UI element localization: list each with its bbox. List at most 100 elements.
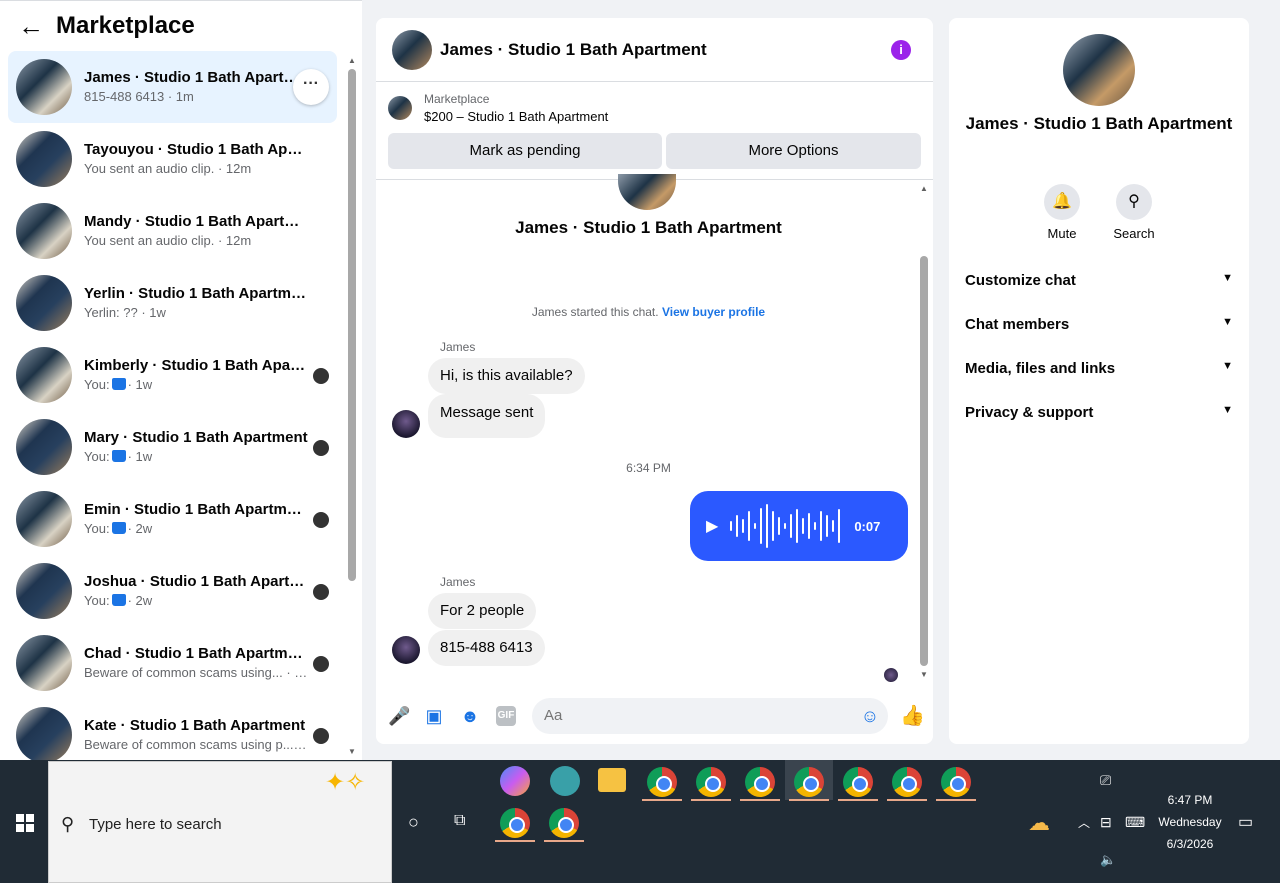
conversation-item[interactable]: James · Studio 1 Bath Apartment 815-488 6…: [8, 51, 337, 123]
sticker-icon[interactable]: ☻: [460, 706, 480, 726]
app-icon[interactable]: [550, 766, 580, 796]
play-icon[interactable]: ▶: [706, 516, 718, 536]
privacy-support-section[interactable]: Privacy & support ▼: [965, 404, 1233, 421]
conversation-name: Tayouyou · Studio 1 Bath Apartment: [84, 141, 309, 158]
waveform-bar: [760, 508, 763, 544]
listing-thumbnail: [16, 563, 72, 619]
message-input[interactable]: [532, 698, 888, 734]
search-button[interactable]: ⚲ Search: [1104, 184, 1164, 241]
message-bubble[interactable]: Message sent: [428, 394, 546, 438]
chrome-icon[interactable]: [549, 808, 579, 838]
customize-chat-section[interactable]: Customize chat ▼: [965, 272, 1233, 289]
conversation-name: Kimberly · Studio 1 Bath Apartment: [84, 357, 309, 374]
task-view-icon[interactable]: ⧉: [454, 812, 465, 830]
back-arrow-icon[interactable]: ←: [18, 11, 48, 42]
chrome-icon[interactable]: [794, 767, 824, 797]
message-bubble[interactable]: 815-488 6413: [428, 630, 545, 666]
like-icon[interactable]: 👍: [900, 706, 925, 726]
volume-icon[interactable]: 🔈: [1100, 852, 1116, 868]
chat-members-section[interactable]: Chat members ▼: [965, 316, 1233, 333]
file-explorer-icon[interactable]: [598, 768, 626, 792]
notifications-icon[interactable]: ▭: [1238, 812, 1253, 832]
scroll-up-icon[interactable]: ▲: [348, 56, 356, 65]
marketplace-header: ← Marketplace: [0, 1, 362, 51]
waveform-bar: [832, 520, 835, 532]
chevron-up-icon[interactable]: ︿: [1078, 814, 1090, 831]
chrome-icon[interactable]: [745, 767, 775, 797]
search-icon: ⚲: [1116, 184, 1152, 220]
gif-icon[interactable]: GIF: [496, 706, 516, 726]
network-icon[interactable]: ⊟: [1100, 814, 1112, 831]
preview-time: · 1w: [127, 377, 153, 392]
conversation-item[interactable]: Joshua · Studio 1 Bath Apartment You: · 2w: [8, 555, 337, 627]
conversation-item[interactable]: Yerlin · Studio 1 Bath Apartment Yerlin: …: [8, 267, 337, 339]
copilot-app-icon[interactable]: [500, 766, 530, 796]
listing-title: $200 – Studio 1 Bath Apartment: [424, 109, 609, 124]
meet-now-icon[interactable]: ⎚: [1100, 772, 1111, 789]
sender-avatar[interactable]: [392, 636, 420, 664]
more-options-button[interactable]: More Options: [666, 133, 921, 169]
listing-thumbnail: [16, 59, 72, 115]
mute-button[interactable]: 🔔 Mute: [1032, 184, 1092, 241]
listing-thumbnail: [16, 419, 72, 475]
clock-date[interactable]: 6/3/2026: [1150, 837, 1230, 851]
chrome-icon[interactable]: [843, 767, 873, 797]
cortana-icon[interactable]: ○: [408, 812, 419, 833]
sender-avatar[interactable]: [392, 410, 420, 438]
conversation-item[interactable]: Emin · Studio 1 Bath Apartment You: · 2w: [8, 483, 337, 555]
listing-summary[interactable]: Marketplace $200 – Studio 1 Bath Apartme…: [388, 90, 608, 126]
keyboard-icon[interactable]: ⌨: [1125, 814, 1145, 831]
windows-start-icon[interactable]: [16, 814, 34, 832]
info-icon[interactable]: i: [891, 40, 911, 60]
section-label: Customize chat: [965, 272, 1076, 289]
weather-icon[interactable]: ☁: [1028, 810, 1050, 836]
message-bubble[interactable]: Hi, is this available?: [428, 358, 585, 394]
emoji-icon[interactable]: ☺: [860, 706, 880, 726]
waveform-bar: [742, 519, 745, 533]
chat-scroll-down-icon[interactable]: ▼: [920, 670, 928, 679]
preview-prefix: Beware of common scams using...: [84, 665, 283, 680]
conversation-item[interactable]: Chad · Studio 1 Bath Apartment Beware of …: [8, 627, 337, 699]
conversation-name: Joshua · Studio 1 Bath Apartment: [84, 573, 309, 590]
chat-avatar[interactable]: [392, 29, 432, 70]
waveform-bar: [748, 511, 751, 541]
clock-time[interactable]: 6:47 PM: [1150, 793, 1230, 807]
taskbar-search-box[interactable]: ⚲ Type here to search ✦✧: [48, 761, 392, 883]
waveform-bar: [838, 509, 841, 543]
clock-day[interactable]: Wednesday: [1150, 815, 1230, 829]
running-indicator: [544, 840, 584, 842]
audio-message[interactable]: ▶ 0:07: [690, 491, 908, 561]
section-label: Media, files and links: [965, 360, 1116, 377]
chat-scroll-up-icon[interactable]: ▲: [920, 184, 928, 193]
thread-avatar: [618, 174, 676, 210]
microphone-icon[interactable]: 🎤: [388, 706, 410, 726]
conversation-item[interactable]: Kimberly · Studio 1 Bath Apartment You: · …: [8, 339, 337, 411]
chat-title[interactable]: James · Studio 1 Bath Apartment: [440, 40, 707, 60]
preview-prefix: You:: [84, 593, 110, 608]
contact-name: James · Studio 1 Bath Apartment: [965, 114, 1233, 133]
left-scrollbar[interactable]: [348, 69, 356, 581]
copilot-sparkle-icon[interactable]: ✦✧: [325, 768, 365, 797]
running-indicator: [642, 799, 682, 801]
conversation-name: Mary · Studio 1 Bath Apartment: [84, 429, 308, 446]
chrome-icon[interactable]: [647, 767, 677, 797]
conversation-item[interactable]: Tayouyou · Studio 1 Bath Apartment You se…: [8, 123, 337, 195]
chrome-icon[interactable]: [892, 767, 922, 797]
chrome-icon[interactable]: [941, 767, 971, 797]
waveform-bar: [736, 515, 739, 537]
chrome-icon[interactable]: [696, 767, 726, 797]
windows-taskbar: ⚲ Type here to search ✦✧ ○ ⧉ ⎚ ☁ ︿ ⊟ ⌨ 🔈…: [0, 760, 1280, 883]
chrome-icon[interactable]: [500, 808, 530, 838]
chat-scrollbar[interactable]: [920, 256, 928, 666]
conversation-item[interactable]: Mary · Studio 1 Bath Apartment You: · 1w: [8, 411, 337, 483]
more-options-icon[interactable]: ···: [293, 69, 329, 105]
conversation-item[interactable]: Mandy · Studio 1 Bath Apartment You sent …: [8, 195, 337, 267]
scroll-down-icon[interactable]: ▼: [348, 747, 356, 756]
message-bubble[interactable]: For 2 people: [428, 593, 537, 629]
photo-icon[interactable]: ▣: [424, 706, 444, 726]
view-buyer-profile-link[interactable]: View buyer profile: [662, 305, 765, 319]
contact-avatar[interactable]: [1063, 34, 1135, 106]
mark-as-pending-button[interactable]: Mark as pending: [388, 133, 662, 169]
started-text: James started this chat.: [531, 305, 659, 319]
media-files-links-section[interactable]: Media, files and links ▼: [965, 360, 1233, 377]
